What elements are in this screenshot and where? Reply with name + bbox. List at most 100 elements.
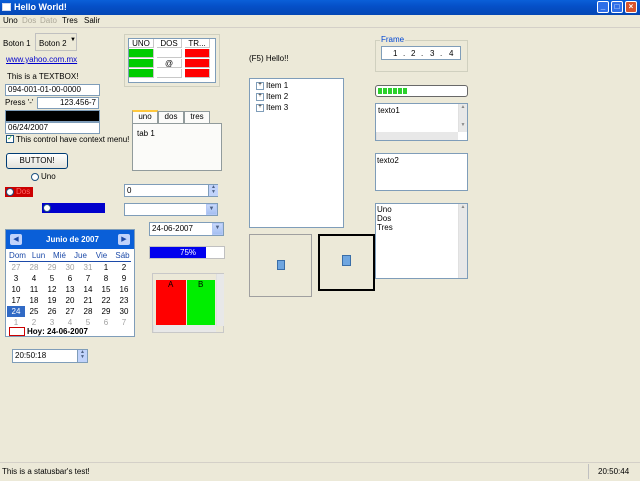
- tab-uno[interactable]: uno: [132, 110, 158, 123]
- context-checkbox[interactable]: ✓: [6, 135, 14, 143]
- calendar-day[interactable]: 17: [7, 295, 25, 306]
- color-grid[interactable]: A B: [152, 273, 224, 333]
- calendar-day[interactable]: 7: [79, 273, 97, 284]
- calendar-day[interactable]: 13: [61, 284, 79, 295]
- tree-item-3[interactable]: + Item 3: [256, 103, 288, 112]
- color-cell-green[interactable]: B: [187, 280, 215, 325]
- calendar-day[interactable]: 31: [79, 262, 97, 273]
- menu-dato[interactable]: Dato: [40, 16, 57, 25]
- big-button[interactable]: BUTTON!: [6, 153, 68, 169]
- calendar-day[interactable]: 1: [97, 262, 115, 273]
- expand-icon[interactable]: +: [256, 92, 264, 101]
- ip-octet-3[interactable]: 3: [430, 48, 434, 59]
- calendar-next-icon[interactable]: ▶: [118, 234, 130, 245]
- calendar-day[interactable]: 21: [79, 295, 97, 306]
- radio-uno[interactable]: [31, 173, 39, 181]
- tab-tres[interactable]: tres: [184, 111, 210, 123]
- ip-octet-4[interactable]: 4: [449, 48, 453, 59]
- ip-octet-1[interactable]: 1: [393, 48, 397, 59]
- menu-salir[interactable]: Salir: [84, 16, 100, 25]
- calendar-day[interactable]: 14: [79, 284, 97, 295]
- calendar-day[interactable]: 10: [7, 284, 25, 295]
- press-input[interactable]: 123.456-7: [37, 97, 99, 109]
- grid-cell[interactable]: @: [157, 59, 182, 68]
- date-input[interactable]: 06/24/2007: [5, 122, 100, 134]
- password-input[interactable]: [5, 110, 100, 122]
- calendar-day[interactable]: 30: [115, 306, 133, 317]
- grid-header[interactable]: DOS: [157, 39, 182, 48]
- calendar-day[interactable]: 27: [61, 306, 79, 317]
- tree-view[interactable]: + Item 1 + Item 2 + Item 3: [249, 78, 344, 228]
- ip-octet-2[interactable]: 2: [411, 48, 415, 59]
- tree-item-2[interactable]: + Item 2: [256, 92, 288, 101]
- calendar-day[interactable]: 19: [43, 295, 61, 306]
- list-item[interactable]: Dos: [377, 214, 391, 223]
- menu-dos[interactable]: Dos: [22, 16, 36, 25]
- calendar-day[interactable]: 24: [7, 306, 25, 317]
- calendar-day[interactable]: 28: [79, 306, 97, 317]
- maximize-button[interactable]: □: [611, 1, 623, 13]
- grid-cell[interactable]: [129, 69, 154, 78]
- grid-cell[interactable]: [185, 69, 210, 78]
- calendar-day[interactable]: 20: [61, 295, 79, 306]
- image-button-1[interactable]: [249, 234, 312, 297]
- grid-cell[interactable]: [157, 69, 182, 78]
- boton-2[interactable]: Boton 2: [39, 39, 67, 48]
- tab-dos[interactable]: dos: [158, 111, 184, 123]
- calendar-day[interactable]: 9: [115, 273, 133, 284]
- texto1-vscroll[interactable]: ▲ ▼: [458, 104, 467, 132]
- red-radio[interactable]: [6, 188, 14, 196]
- tree-item-1[interactable]: + Item 1: [256, 81, 288, 90]
- calendar-day[interactable]: 25: [25, 306, 43, 317]
- list-item[interactable]: Uno: [377, 205, 392, 214]
- spin-arrows-icon[interactable]: ▲ ▼: [208, 185, 218, 196]
- calendar-day[interactable]: 12: [43, 284, 61, 295]
- minimize-button[interactable]: _: [597, 1, 609, 13]
- combo-dropdown-icon[interactable]: ▼: [206, 204, 217, 215]
- calendar-day[interactable]: 5: [43, 273, 61, 284]
- calendar-day[interactable]: 27: [7, 262, 25, 273]
- calendar[interactable]: ◀ Junio de 2007 ▶ Dom Lun Mié Jue Vie Sáb 27 28…: [5, 229, 135, 337]
- close-button[interactable]: ×: [625, 1, 637, 13]
- red-radio-box[interactable]: Dos: [5, 187, 33, 197]
- calendar-prev-icon[interactable]: ◀: [10, 234, 22, 245]
- boton-1[interactable]: Boton 1: [3, 39, 31, 48]
- calendar-day[interactable]: 15: [97, 284, 115, 295]
- calendar-day[interactable]: 4: [25, 273, 43, 284]
- calendar-day[interactable]: 2: [115, 262, 133, 273]
- grid-cell[interactable]: [185, 49, 210, 58]
- grid-cell[interactable]: [185, 59, 210, 68]
- color-grid-vscroll[interactable]: [216, 274, 224, 326]
- listbox[interactable]: Uno Dos Tres ▲: [375, 203, 468, 279]
- calendar-day[interactable]: 11: [25, 284, 43, 295]
- expand-icon[interactable]: +: [256, 81, 264, 90]
- calendar-day[interactable]: 26: [43, 306, 61, 317]
- calendar-day[interactable]: 29: [43, 262, 61, 273]
- combo-input[interactable]: [124, 203, 218, 216]
- time-spin-icon[interactable]: ▲ ▼: [77, 350, 87, 362]
- calendar-day[interactable]: 29: [97, 306, 115, 317]
- calendar-day[interactable]: 8: [97, 273, 115, 284]
- calendar-day[interactable]: 22: [97, 295, 115, 306]
- calendar-day[interactable]: 30: [61, 262, 79, 273]
- boton-2-dropdown-icon[interactable]: ▼: [70, 37, 76, 43]
- calendar-day[interactable]: 6: [61, 273, 79, 284]
- texto1-textarea[interactable]: texto1 ▲ ▼: [375, 103, 468, 141]
- expand-icon[interactable]: +: [256, 103, 264, 112]
- image-button-2[interactable]: [318, 234, 375, 291]
- calendar-day[interactable]: 28: [25, 262, 43, 273]
- texto2-textarea[interactable]: texto2: [375, 153, 468, 191]
- calendar-day[interactable]: 23: [115, 295, 133, 306]
- list-item[interactable]: Tres: [377, 223, 393, 232]
- calendar-day[interactable]: 18: [25, 295, 43, 306]
- calendar-day[interactable]: 3: [7, 273, 25, 284]
- title-bar[interactable]: Hello World! _ □ ×: [0, 0, 640, 15]
- grid-header[interactable]: UNO: [129, 39, 154, 48]
- date-picker-dropdown-icon[interactable]: ▼: [212, 223, 223, 235]
- masked-input[interactable]: 094-001-01-00-0000: [5, 84, 100, 96]
- listbox-vscroll[interactable]: ▲: [458, 204, 467, 278]
- ip-input[interactable]: 1 . 2 . 3 . 4: [381, 46, 461, 60]
- grid-header[interactable]: TR...: [185, 39, 210, 48]
- color-grid-hscroll[interactable]: [153, 325, 216, 332]
- color-cell-red[interactable]: A: [156, 280, 186, 325]
